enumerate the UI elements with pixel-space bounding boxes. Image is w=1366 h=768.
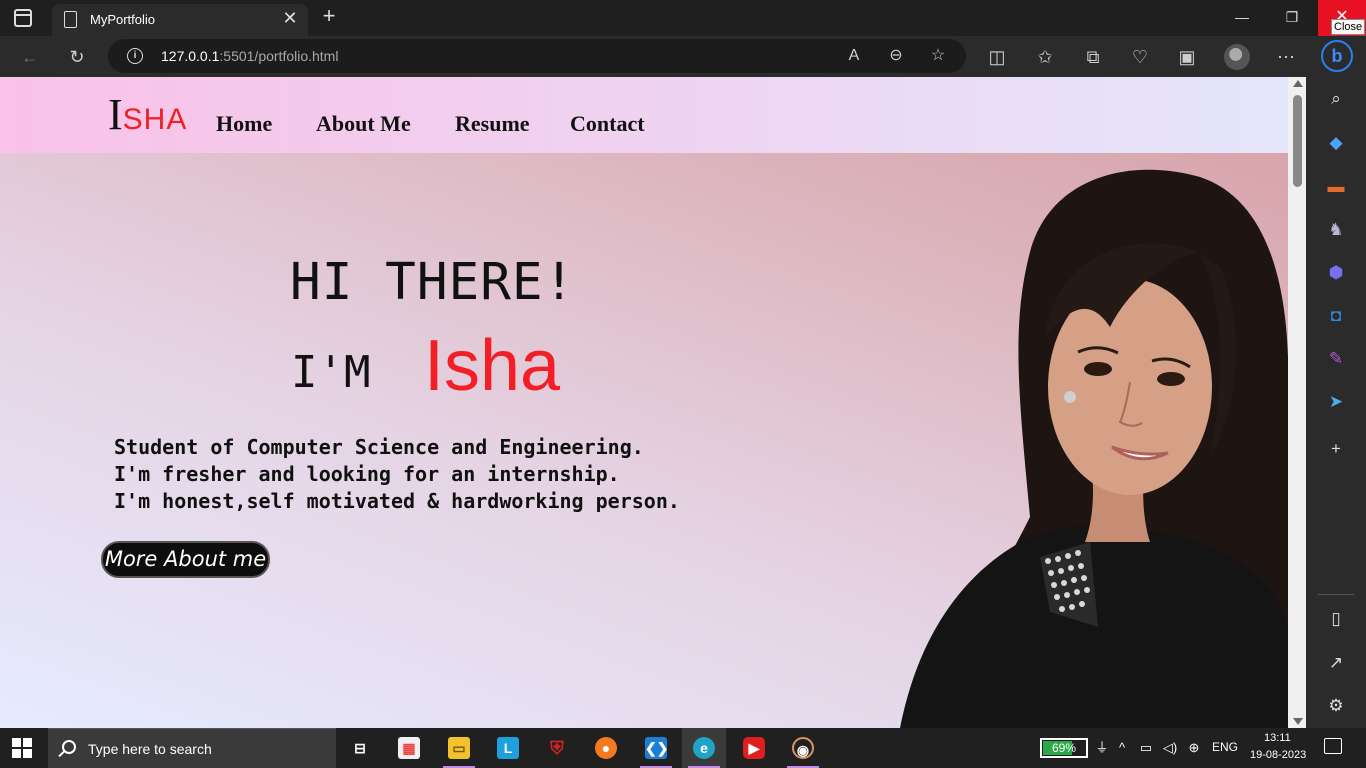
restore-button[interactable]: ❐ bbox=[1268, 0, 1316, 36]
file-explorer-icon[interactable]: ▭ bbox=[437, 728, 481, 768]
media-player-icon[interactable]: ◉ bbox=[781, 728, 825, 768]
search-placeholder: Type here to search bbox=[88, 741, 212, 757]
tab-actions-icon[interactable] bbox=[14, 9, 32, 27]
notification-icon[interactable] bbox=[1324, 738, 1342, 754]
browser-toolbar: ← ↻ i 127.0.0.1:5501/portfolio.html A ⊖ … bbox=[0, 36, 1366, 77]
tab-close-icon[interactable]: ✕ bbox=[280, 8, 300, 28]
bing-copilot-icon[interactable]: b bbox=[1321, 40, 1353, 72]
browser-essentials-icon[interactable]: ♡ bbox=[1126, 43, 1154, 71]
more-about-me-button[interactable]: More About me bbox=[101, 541, 270, 578]
site-logo[interactable]: ISHA bbox=[108, 93, 187, 137]
power-plug-icon[interactable]: ⏚ bbox=[1092, 738, 1112, 758]
nav-about-me[interactable]: About Me bbox=[316, 111, 411, 137]
taskbar-search-box[interactable]: Type here to search bbox=[48, 728, 336, 768]
search-icon bbox=[62, 740, 76, 754]
l-app-icon[interactable]: L bbox=[486, 728, 530, 768]
nav-resume[interactable]: Resume bbox=[455, 111, 530, 137]
windows-taskbar: Type here to search ⊟ ▦ ▭ L ⛨ ● ❮❯ e ▶ ◉… bbox=[0, 728, 1366, 768]
clock-time[interactable]: 13:11 bbox=[1264, 732, 1291, 744]
tab-title: MyPortfolio bbox=[90, 12, 156, 27]
games-icon[interactable]: ♞ bbox=[1324, 218, 1348, 242]
sidebar-divider bbox=[1318, 594, 1354, 595]
scroll-up-arrow-icon[interactable] bbox=[1293, 80, 1303, 87]
profile-avatar[interactable] bbox=[1224, 44, 1250, 70]
edge-sidebar: ⌕ ◆ ▬ ♞ ⬢ ◘ ✎ ➤ + ▯ ↗ ⚙ bbox=[1306, 77, 1366, 728]
shopping-tag-icon[interactable]: ◆ bbox=[1324, 131, 1348, 155]
collections-icon[interactable]: ⧉ bbox=[1079, 43, 1107, 71]
refresh-icon[interactable]: ↻ bbox=[63, 43, 91, 71]
show-hidden-icons-chevron-icon[interactable]: ^ bbox=[1112, 738, 1132, 758]
add-icon[interactable]: + bbox=[1324, 437, 1348, 461]
volume-icon[interactable]: ◁) bbox=[1160, 738, 1180, 758]
hero-im: I'M bbox=[291, 347, 371, 398]
clock-date[interactable]: 19-08-2023 bbox=[1250, 749, 1306, 761]
youtube-icon[interactable]: ▶ bbox=[732, 728, 776, 768]
split-screen-icon[interactable]: ◫ bbox=[983, 43, 1011, 71]
profile-photo bbox=[900, 169, 1288, 728]
back-arrow-icon[interactable]: ← bbox=[16, 43, 44, 71]
nav-contact[interactable]: Contact bbox=[570, 111, 645, 137]
hero-description-line: I'm fresher and looking for an internshi… bbox=[114, 462, 620, 486]
hero-description-line: I'm honest,self motivated & hardworking … bbox=[114, 489, 680, 513]
mcafee-icon[interactable]: ⛨ bbox=[535, 728, 579, 768]
scroll-down-arrow-icon[interactable] bbox=[1293, 718, 1303, 725]
firefox-icon[interactable]: ● bbox=[584, 728, 628, 768]
hero-description-line: Student of Computer Science and Engineer… bbox=[114, 435, 644, 459]
nav-home[interactable]: Home bbox=[216, 111, 272, 137]
edge-icon[interactable]: e bbox=[682, 728, 726, 768]
favorite-star-icon[interactable]: ☆ bbox=[926, 44, 950, 68]
close-tooltip: Close bbox=[1331, 19, 1366, 35]
minimize-button[interactable]: — bbox=[1218, 0, 1266, 36]
hero-greeting: HI THERE! bbox=[290, 253, 576, 312]
zoom-out-icon[interactable]: ⊖ bbox=[884, 44, 908, 68]
page-scrollbar[interactable] bbox=[1288, 77, 1306, 728]
url-text[interactable]: 127.0.0.1:5501/portfolio.html bbox=[161, 48, 338, 64]
battery-indicator[interactable]: 69% bbox=[1040, 738, 1088, 758]
network-globe-icon[interactable]: ⊕ bbox=[1184, 738, 1204, 758]
send-icon[interactable]: ➤ bbox=[1324, 390, 1348, 414]
site-navbar: ISHA Home About Me Resume Contact bbox=[0, 77, 1288, 153]
page-viewport: ISHA Home About Me Resume Contact HI THE… bbox=[0, 77, 1288, 728]
address-bar[interactable]: i 127.0.0.1:5501/portfolio.html A ⊖ ☆ bbox=[108, 39, 966, 73]
hero-name: Isha bbox=[424, 326, 561, 406]
new-tab-button[interactable]: + bbox=[316, 4, 342, 30]
task-view-icon[interactable]: ⊟ bbox=[338, 728, 382, 768]
more-options-icon[interactable]: ⋯ bbox=[1272, 43, 1300, 71]
microsoft-store-icon[interactable]: ▦ bbox=[387, 728, 431, 768]
page-icon bbox=[64, 11, 77, 28]
designer-icon[interactable]: ✎ bbox=[1324, 347, 1348, 371]
input-language[interactable]: ENG bbox=[1212, 740, 1238, 754]
vs-code-icon[interactable]: ❮❯ bbox=[634, 728, 678, 768]
sidebar-toggle-icon[interactable]: ▯ bbox=[1324, 607, 1348, 631]
battery-percent: 69% bbox=[1051, 741, 1077, 755]
battery-icon[interactable]: ▭ bbox=[1136, 738, 1156, 758]
web-capture-icon[interactable]: ▣ bbox=[1173, 43, 1201, 71]
browser-tab[interactable]: MyPortfolio ✕ bbox=[52, 4, 308, 36]
copilot-icon[interactable]: ⬢ bbox=[1324, 261, 1348, 285]
browser-tab-bar: MyPortfolio ✕ + — ❐ ✕ Close bbox=[0, 0, 1366, 36]
search-icon[interactable]: ⌕ bbox=[1324, 87, 1348, 111]
windows-start-icon[interactable] bbox=[12, 738, 32, 758]
scroll-thumb[interactable] bbox=[1293, 95, 1302, 187]
settings-icon[interactable]: ⚙ bbox=[1324, 694, 1348, 718]
favorites-icon[interactable]: ✩ bbox=[1031, 43, 1059, 71]
info-icon[interactable]: i bbox=[127, 48, 143, 64]
external-link-icon[interactable]: ↗ bbox=[1324, 651, 1348, 675]
tools-icon[interactable]: ▬ bbox=[1324, 175, 1348, 199]
outlook-icon[interactable]: ◘ bbox=[1324, 304, 1348, 328]
read-aloud-icon[interactable]: A bbox=[842, 44, 866, 68]
